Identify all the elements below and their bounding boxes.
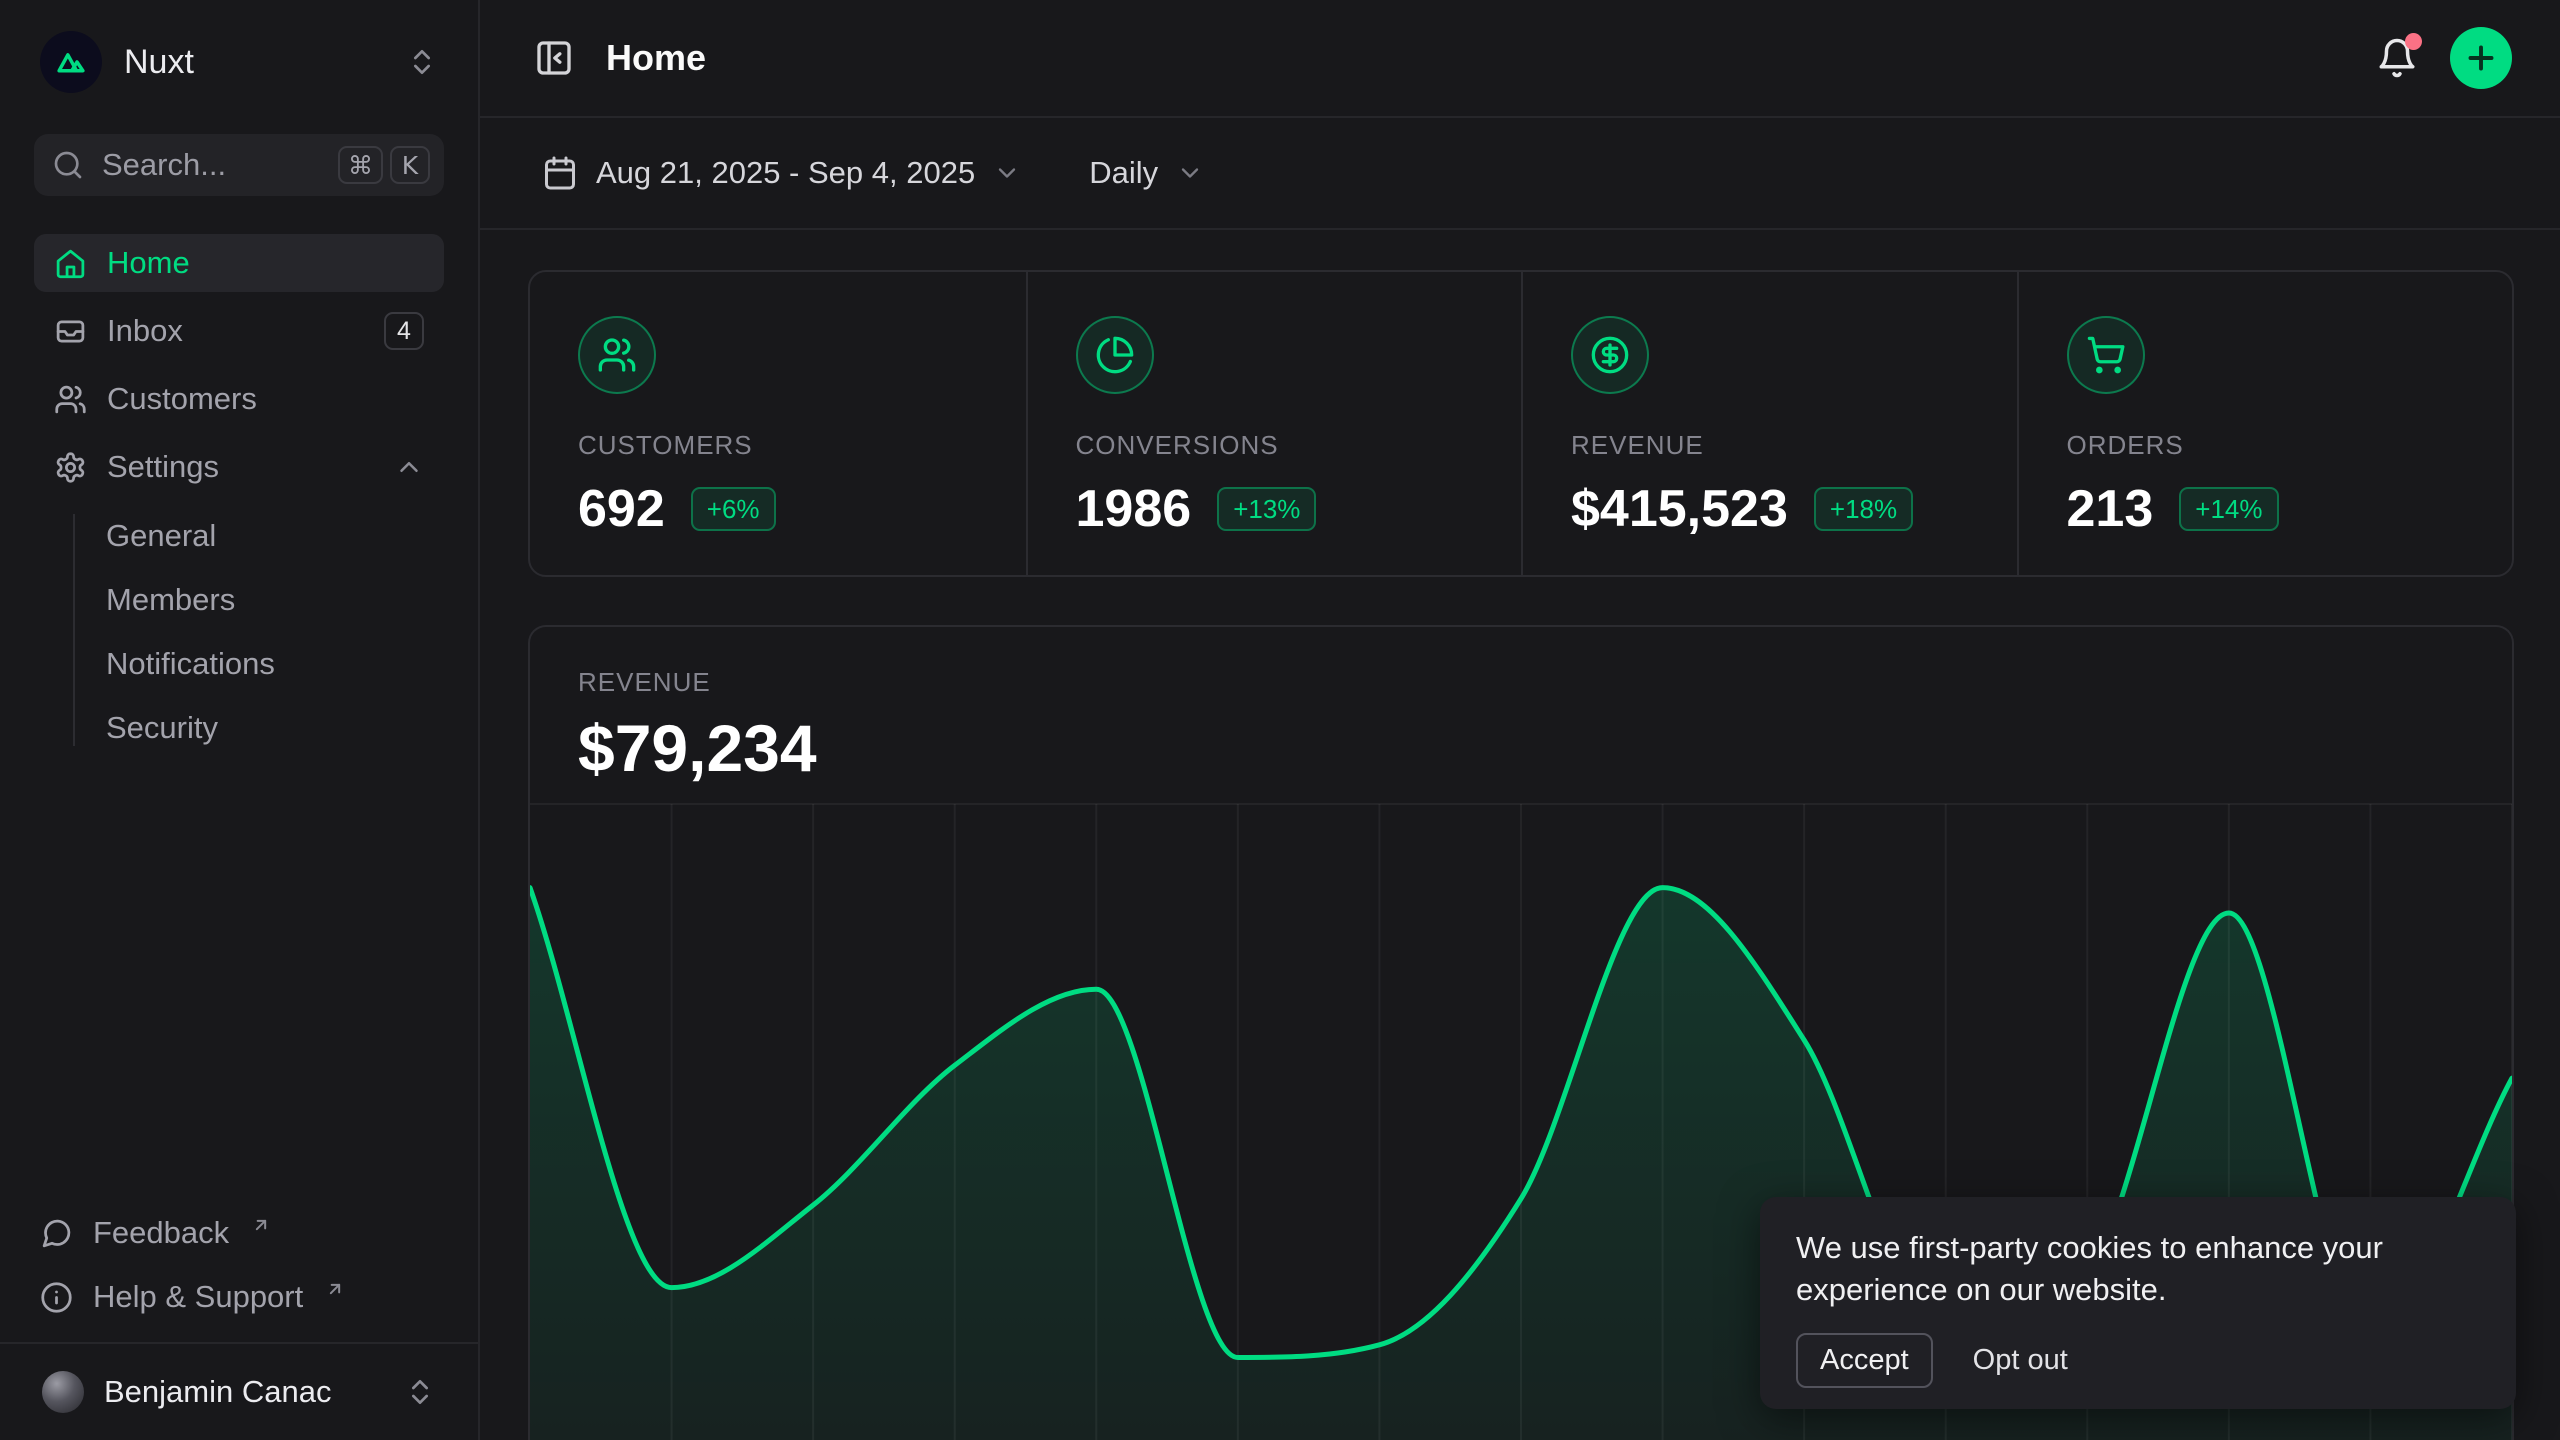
sidebar-item-customers[interactable]: Customers [34, 370, 444, 428]
kbd-command: ⌘ [338, 146, 383, 184]
info-icon [40, 1281, 73, 1314]
arrow-up-right-icon [251, 1215, 271, 1235]
workspace-selector[interactable]: Nuxt [34, 26, 444, 98]
arrow-up-right-icon [325, 1279, 345, 1299]
stat-value: 1986 [1076, 479, 1192, 539]
stat-delta-badge: +18% [1814, 487, 1913, 531]
chevron-up-icon [394, 452, 424, 482]
sidebar-footer: Feedback Help & Support [34, 1204, 444, 1342]
sidebar-item-settings[interactable]: Settings [34, 438, 444, 496]
sidebar: Nuxt Search... ⌘ K [0, 0, 480, 1440]
notification-dot [2405, 33, 2422, 50]
sidebar-item-notifications[interactable]: Notifications [106, 636, 444, 692]
sidebar-item-security[interactable]: Security [106, 700, 444, 756]
chevron-down-icon [993, 159, 1021, 187]
users-icon [54, 383, 87, 416]
circle-dollar-icon [1571, 316, 1649, 394]
kbd-k: K [390, 146, 430, 184]
nuxt-logo-icon [40, 31, 102, 93]
search-icon [52, 149, 84, 181]
user-section: Benjamin Canac [0, 1342, 478, 1440]
stat-label: CUSTOMERS [578, 430, 1026, 461]
filter-bar: Aug 21, 2025 - Sep 4, 2025 Daily [480, 118, 2560, 230]
notifications-button[interactable] [2370, 31, 2424, 85]
help-support-link[interactable]: Help & Support [34, 1268, 444, 1326]
granularity-value: Daily [1089, 155, 1158, 191]
app-root: Nuxt Search... ⌘ K [0, 0, 2560, 1440]
settings-subnav: General Members Notifications Security [34, 508, 444, 756]
user-menu[interactable]: Benjamin Canac [34, 1360, 444, 1424]
stat-label: CONVERSIONS [1076, 430, 1522, 461]
search-shortcut: ⌘ K [338, 146, 430, 184]
chevrons-up-down-icon [406, 46, 438, 78]
home-icon [54, 247, 87, 280]
date-range-picker[interactable]: Aug 21, 2025 - Sep 4, 2025 [528, 145, 1035, 201]
calendar-icon [542, 155, 578, 191]
sidebar-nav: Home Inbox 4 Customers [34, 234, 444, 756]
stat-delta-badge: +14% [2179, 487, 2278, 531]
stat-label: ORDERS [2067, 430, 2513, 461]
inbox-count-badge: 4 [384, 312, 424, 350]
sidebar-item-general[interactable]: General [106, 508, 444, 564]
stat-card-orders[interactable]: ORDERS 213 +14% [2017, 272, 2513, 575]
page-title: Home [606, 37, 706, 79]
add-button[interactable] [2450, 27, 2512, 89]
sidebar-item-label: Customers [107, 381, 424, 417]
page-header: Home [480, 0, 2560, 118]
cookie-optout-button[interactable]: Opt out [1973, 1344, 2068, 1377]
stat-card-conversions[interactable]: CONVERSIONS 1986 +13% [1026, 272, 1522, 575]
stat-value: 692 [578, 479, 665, 539]
chart-title: REVENUE [578, 667, 2464, 698]
sidebar-item-label: Home [107, 245, 424, 281]
sidebar-collapse-button[interactable] [528, 32, 580, 84]
revenue-chart-header: REVENUE $79,234 [530, 627, 2512, 786]
chart-headline-value: $79,234 [578, 710, 2464, 786]
stats-row: CUSTOMERS 692 +6% CONVERSIONS 1986 [528, 270, 2514, 577]
sidebar-item-label: Inbox [107, 313, 364, 349]
sidebar-item-label: Settings [107, 449, 374, 485]
help-support-label: Help & Support [93, 1279, 303, 1315]
feedback-label: Feedback [93, 1215, 229, 1251]
granularity-select[interactable]: Daily [1075, 145, 1218, 201]
panel-left-close-icon [534, 38, 574, 78]
stat-delta-badge: +6% [691, 487, 776, 531]
workspace-name: Nuxt [124, 43, 384, 82]
avatar [42, 1371, 84, 1413]
sidebar-item-home[interactable]: Home [34, 234, 444, 292]
stat-value: 213 [2067, 479, 2154, 539]
inbox-icon [54, 315, 87, 348]
feedback-link[interactable]: Feedback [34, 1204, 444, 1262]
stat-label: REVENUE [1571, 430, 2017, 461]
chevrons-up-down-icon [404, 1376, 436, 1408]
date-range-value: Aug 21, 2025 - Sep 4, 2025 [596, 155, 975, 191]
search-placeholder: Search... [102, 147, 320, 183]
stat-delta-badge: +13% [1217, 487, 1316, 531]
shopping-cart-icon [2067, 316, 2145, 394]
user-name: Benjamin Canac [104, 1374, 384, 1410]
cookie-accept-button[interactable]: Accept [1796, 1333, 1933, 1388]
stat-value: $415,523 [1571, 479, 1788, 539]
users-icon [578, 316, 656, 394]
sidebar-item-members[interactable]: Members [106, 572, 444, 628]
cookie-banner: We use first-party cookies to enhance yo… [1760, 1197, 2516, 1409]
plus-icon [2463, 40, 2499, 76]
cookie-message: We use first-party cookies to enhance yo… [1796, 1227, 2480, 1311]
message-circle-icon [40, 1217, 73, 1250]
gear-icon [54, 451, 87, 484]
search-input[interactable]: Search... ⌘ K [34, 134, 444, 196]
chevron-down-icon [1176, 159, 1204, 187]
pie-chart-icon [1076, 316, 1154, 394]
stat-card-revenue[interactable]: REVENUE $415,523 +18% [1521, 272, 2017, 575]
sidebar-item-inbox[interactable]: Inbox 4 [34, 302, 444, 360]
stat-card-customers[interactable]: CUSTOMERS 692 +6% [530, 272, 1026, 575]
